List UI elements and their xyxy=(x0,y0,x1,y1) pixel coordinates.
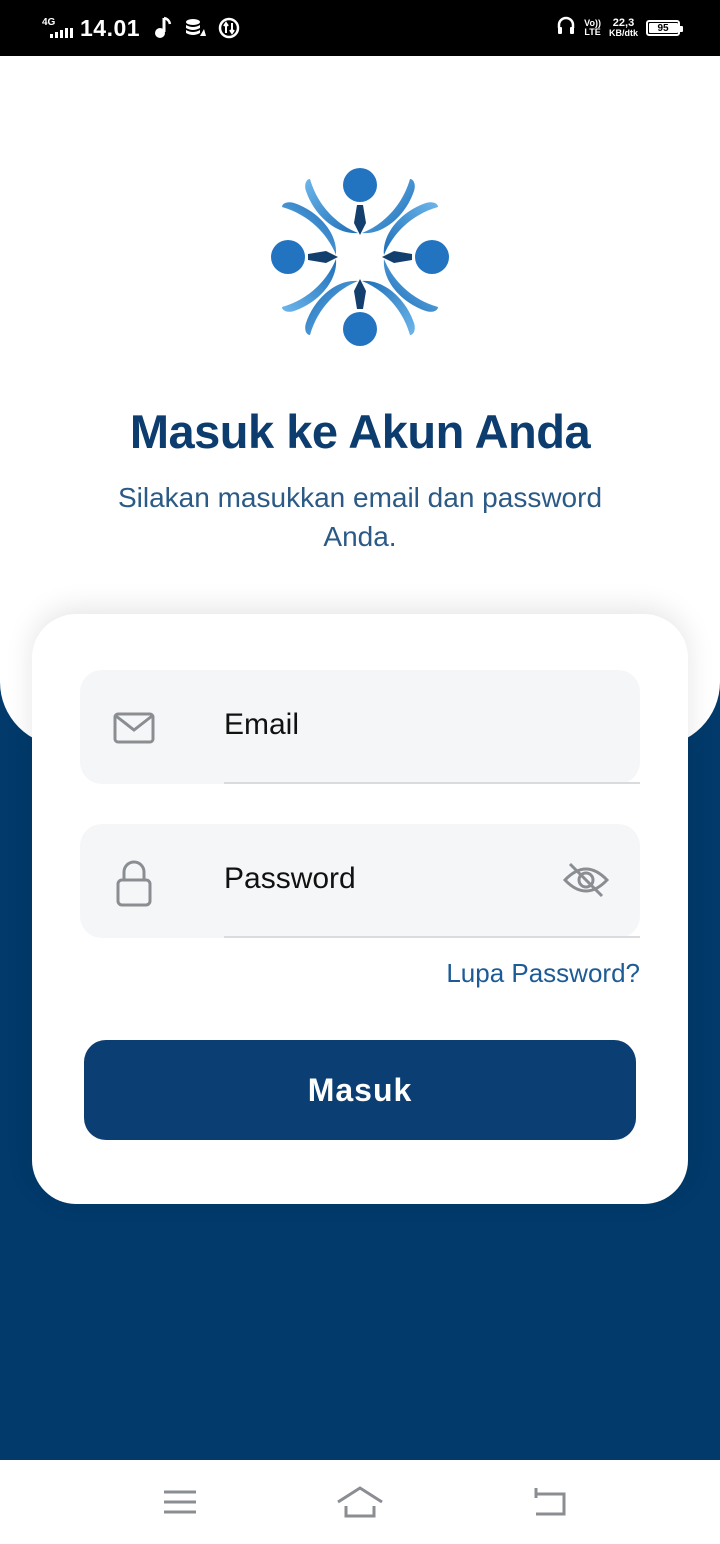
headphones-icon xyxy=(556,16,576,41)
signal-bars-icon xyxy=(50,28,73,38)
system-nav-bar xyxy=(0,1460,720,1544)
email-placeholder: Email xyxy=(224,708,300,741)
status-time: 14.01 xyxy=(80,14,141,41)
password-underline xyxy=(224,936,640,938)
envelope-icon xyxy=(112,706,156,750)
lock-icon xyxy=(112,858,156,908)
battery-percent: 95 xyxy=(657,22,669,34)
menu-icon[interactable] xyxy=(156,1482,204,1522)
login-button[interactable]: Masuk xyxy=(84,1040,636,1140)
battery-icon: 95 xyxy=(646,20,683,36)
network-type: 4G xyxy=(42,17,56,28)
data-transfer-icon xyxy=(218,17,240,39)
eye-off-icon[interactable] xyxy=(562,858,610,902)
back-icon[interactable] xyxy=(526,1482,574,1522)
page-title: Masuk ke Akun Anda xyxy=(129,405,591,458)
email-underline xyxy=(224,782,640,784)
signal-indicator: 4G xyxy=(42,15,74,41)
app-logo xyxy=(266,163,454,351)
login-card: Email Password Lupa Password? Masuk xyxy=(32,614,688,1204)
music-note-icon xyxy=(152,16,172,40)
password-placeholder: Password xyxy=(224,862,356,895)
network-speed: 22,3 KB/dtk xyxy=(609,17,638,38)
forgot-password-link[interactable]: Lupa Password? xyxy=(446,958,640,989)
email-field[interactable]: Email xyxy=(80,670,640,784)
password-field[interactable]: Password xyxy=(80,824,640,938)
page-subtitle: Silakan masukkan email dan password Anda… xyxy=(117,482,603,552)
volte-indicator: Vo)) LTE xyxy=(584,18,601,37)
data-saver-icon xyxy=(184,18,207,38)
home-icon[interactable] xyxy=(336,1482,384,1522)
status-bar: 4G 14.01 Vo)) LTE 22,3 KB/dtk 95 xyxy=(0,0,720,56)
